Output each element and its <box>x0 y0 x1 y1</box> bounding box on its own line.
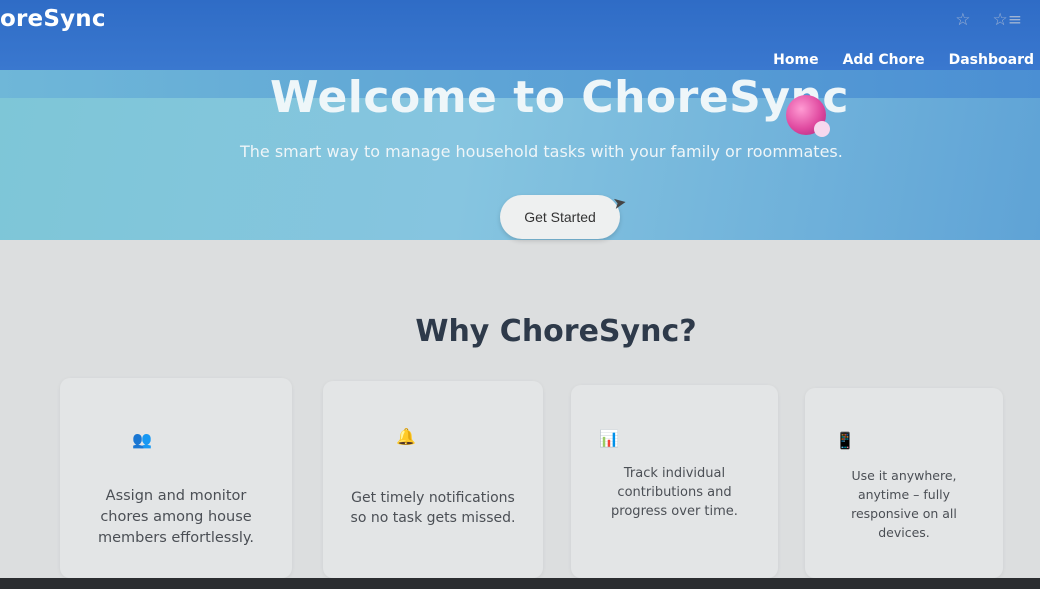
people-icon: 👥 <box>132 430 152 449</box>
feature-card: 📱 Use it anywhere, anytime – fully respo… <box>805 388 1003 578</box>
sparkles-ball-icon <box>786 95 830 137</box>
favorites-icon[interactable]: ☆≡ <box>993 10 1022 30</box>
mobile-icon: 📱 <box>835 431 855 450</box>
nav-home-link[interactable]: Home <box>773 52 818 68</box>
nav-dashboard-link[interactable]: Dashboard <box>949 52 1034 68</box>
hero-title: Welcome to ChoreSync <box>270 72 849 123</box>
feature-card-text: Track individual contributions and progr… <box>611 466 738 519</box>
feature-card: 🔔 Get timely notifications so no task ge… <box>323 381 543 578</box>
star-icon[interactable]: ☆ <box>955 10 970 30</box>
hero-subtitle: The smart way to manage household tasks … <box>240 142 843 161</box>
chart-icon: 📊 <box>599 429 619 448</box>
brand-logo[interactable]: oreSync <box>0 6 106 32</box>
feature-card: 📊 Track individual contributions and pro… <box>571 385 778 578</box>
get-started-button[interactable]: Get Started <box>500 195 620 239</box>
feature-card: 👥 Assign and monitor chores among house … <box>60 378 292 578</box>
nav-add-chore-link[interactable]: Add Chore <box>843 52 925 68</box>
features-title: Why ChoreSync? <box>415 314 697 349</box>
feature-card-text: Assign and monitor chores among house me… <box>97 488 255 546</box>
main-nav: Home Add Chore Dashboard <box>773 52 1034 68</box>
browser-toolbar-icons: ☆ ☆≡ <box>955 10 1022 30</box>
monitor-bezel <box>0 578 1040 589</box>
feature-card-text: Use it anywhere, anytime – fully respons… <box>851 468 957 540</box>
bell-icon: 🔔 <box>396 427 416 446</box>
feature-card-text: Get timely notifications so no task gets… <box>350 490 516 526</box>
